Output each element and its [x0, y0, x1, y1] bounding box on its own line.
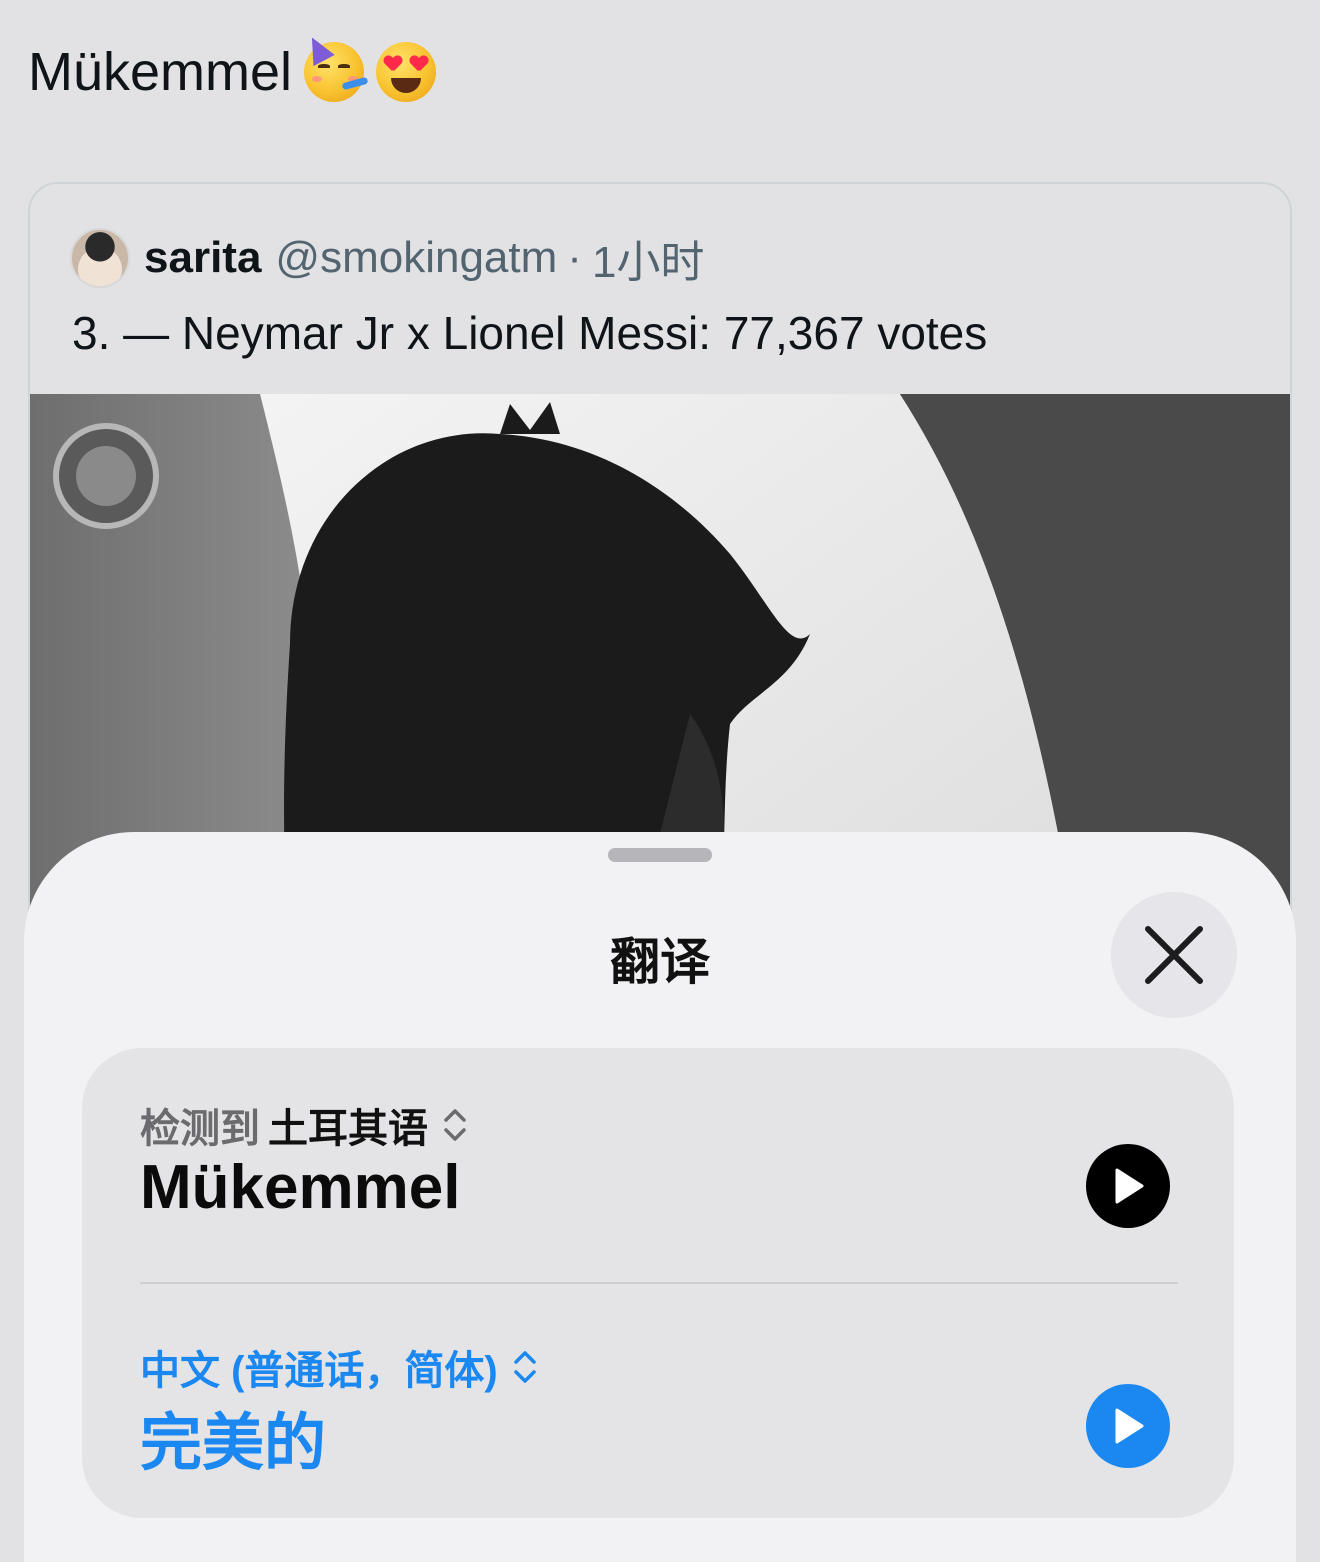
quoted-tweet-body: 3. — Neymar Jr x Lionel Messi: 77,367 vo…	[72, 307, 988, 359]
chevron-up-down-icon	[514, 1351, 536, 1383]
translated-text: 完美的	[140, 1409, 327, 1478]
play-icon	[1115, 1408, 1144, 1444]
author-name[interactable]: sarita	[144, 233, 261, 283]
chevron-up-down-icon	[444, 1109, 466, 1141]
close-icon	[1145, 926, 1203, 984]
sheet-grabber[interactable]	[608, 848, 712, 862]
partying-face-emoji-icon	[301, 31, 369, 102]
play-translation-button[interactable]	[1086, 1384, 1170, 1468]
target-language-row[interactable]: 中文 (普通话，简体)	[140, 1338, 538, 1396]
source-text: Mükemmel	[140, 1153, 461, 1222]
tweet-text: Mükemmel	[28, 31, 437, 108]
heart-eyes-emoji-icon	[376, 42, 437, 102]
divider	[140, 1282, 1178, 1284]
source-language-row[interactable]: 检测到 土耳其语	[140, 1096, 468, 1154]
author-handle[interactable]: @smokingatm	[275, 233, 557, 283]
detected-label: 检测到	[140, 1107, 260, 1151]
target-language-selector[interactable]: 中文 (普通话，简体)	[140, 1338, 498, 1396]
separator-dot: ·	[567, 233, 582, 282]
play-source-button[interactable]	[1086, 1144, 1170, 1228]
close-button[interactable]	[1111, 892, 1237, 1018]
post-timestamp[interactable]: 1小时	[592, 226, 704, 290]
tweet-text-content: Mükemmel	[28, 42, 293, 102]
play-icon	[1115, 1168, 1144, 1204]
quoted-tweet-header: sarita @smokingatm · 1小时	[70, 226, 704, 290]
translate-sheet: 翻译 检测到 土耳其语 Mükemmel 中文 (普通话，简体) 完美的	[24, 832, 1296, 1562]
screen: Mükemmel sarita @smokingatm · 1小时 3. — N…	[0, 0, 1320, 1562]
source-language-selector[interactable]: 土耳其语	[268, 1096, 428, 1154]
avatar[interactable]	[70, 228, 130, 288]
translation-panel: 检测到 土耳其语 Mükemmel 中文 (普通话，简体) 完美的	[82, 1048, 1234, 1518]
sheet-title: 翻译	[610, 934, 710, 990]
